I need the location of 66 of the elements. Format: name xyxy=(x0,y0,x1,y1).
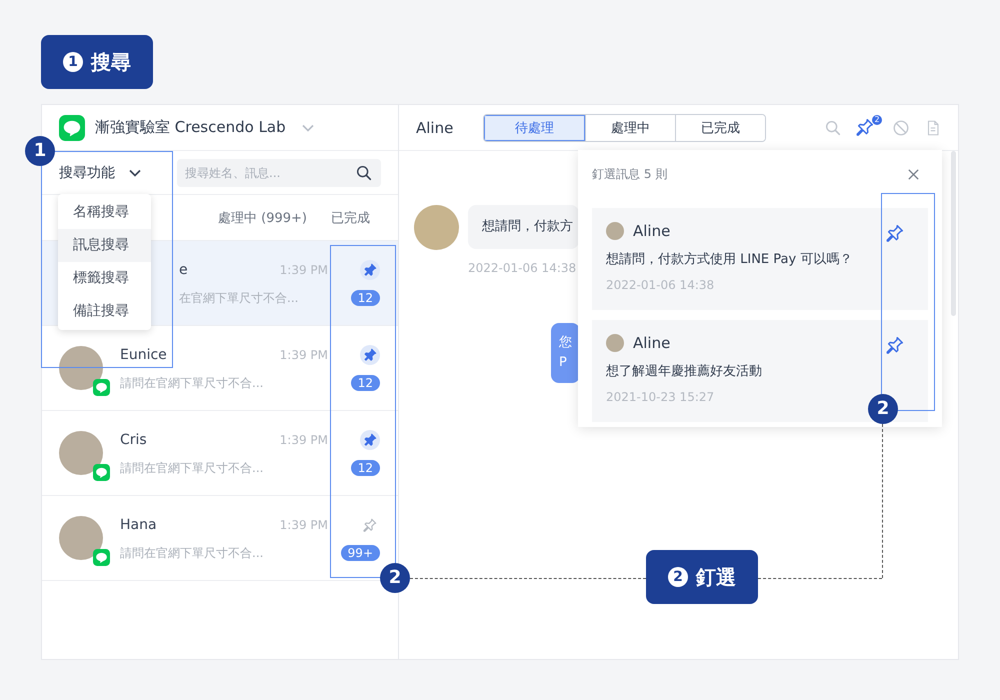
unread-count: 12 xyxy=(350,290,380,306)
status-tab[interactable]: 待處理 xyxy=(484,114,585,140)
timestamp: 1:39 PM xyxy=(280,348,328,362)
message-preview: 在官網下單尺寸不合... xyxy=(179,290,298,306)
menu-item[interactable]: 標籤搜尋 xyxy=(58,262,151,295)
search-field[interactable]: 搜尋姓名、訊息... xyxy=(177,158,381,186)
pin-icon[interactable] xyxy=(360,430,380,450)
message-text: 想請問，付款方 xyxy=(482,219,573,234)
list-tab[interactable]: 處理中 (999+) xyxy=(218,208,307,226)
timestamp: 2022-01-06 14:38 xyxy=(468,261,578,275)
avatar-photo xyxy=(606,334,624,352)
callout-label: 釘選 xyxy=(696,564,736,590)
message-preview: 請問在官網下單尺寸不合... xyxy=(120,544,264,562)
popover-title: 釘選訊息 5 則 xyxy=(592,166,668,182)
message-text: 您 P xyxy=(559,335,572,370)
timestamp: 2022-01-06 14:38 xyxy=(606,278,716,292)
unread-count: 12 xyxy=(350,375,380,391)
message-preview: 請問在官網下單尺寸不合... xyxy=(120,374,264,392)
conversation-row[interactable]: Cris 1:39 PM 請問在官網下單尺寸不合... 12 xyxy=(42,411,398,496)
message-text: 想請問，付款方式使用 LINE Pay 可以嗎？ xyxy=(606,251,852,268)
menu-item[interactable]: 名稱搜尋 xyxy=(58,196,151,229)
contact-name: Cris xyxy=(120,432,147,448)
contact-name: e xyxy=(179,262,188,278)
avatar-photo xyxy=(606,222,624,240)
contact-name: Eunice xyxy=(120,346,167,362)
close-icon[interactable] xyxy=(907,168,920,180)
step-marker: 1 xyxy=(25,136,55,166)
avatar-photo xyxy=(414,205,459,250)
message-text: 想了解週年慶推薦好友活動 xyxy=(606,363,762,380)
chat-bubble-logo-icon xyxy=(93,549,110,566)
pin-count-badge: 2 xyxy=(872,114,882,124)
pinned-message-card[interactable]: Aline 想請問，付款方式使用 LINE Pay 可以嗎？ 2022-01-06 14:38 xyxy=(592,208,928,310)
step-number: 1 xyxy=(63,52,83,72)
pin-outline-icon[interactable] xyxy=(886,336,904,354)
avatar-photo xyxy=(59,431,103,475)
unread-count: 12 xyxy=(350,460,380,476)
timestamp: 2021-10-23 15:27 xyxy=(606,390,716,404)
search-icon[interactable] xyxy=(355,164,373,182)
section-title: 搜尋 xyxy=(91,48,131,76)
workspace-name[interactable]: 漸強實驗室 Crescendo Lab xyxy=(95,118,286,137)
avatar-photo xyxy=(59,516,103,560)
search-mode-dropdown[interactable]: 搜尋功能 xyxy=(59,164,141,182)
scrollbar[interactable] xyxy=(951,151,956,316)
message-preview: 請問在官網下單尺寸不合... xyxy=(120,460,264,476)
status-tab[interactable]: 已完成 xyxy=(675,114,765,140)
chevron-down-icon[interactable] xyxy=(129,168,141,176)
pin-icon[interactable] xyxy=(360,344,380,364)
pin-outline-icon[interactable] xyxy=(886,224,904,242)
pin-icon[interactable] xyxy=(856,118,874,136)
step-number: 2 xyxy=(668,567,688,587)
menu-item[interactable]: 訊息搜尋 xyxy=(58,229,151,262)
contact-name: Hana xyxy=(120,516,157,532)
pin-icon[interactable] xyxy=(360,260,380,280)
chat-bubble-logo-icon xyxy=(93,464,110,481)
avatar-photo xyxy=(59,346,103,390)
sender-name: Aline xyxy=(633,222,670,240)
contact-name: Aline xyxy=(416,118,454,136)
list-tab[interactable]: 已完成 xyxy=(330,208,370,226)
chat-bubble-logo-icon xyxy=(59,114,85,140)
sender-name: Aline xyxy=(633,334,670,352)
unread-count: 99+ xyxy=(340,545,380,561)
chat-bubble-logo-icon xyxy=(93,379,110,396)
menu-item[interactable]: 備註搜尋 xyxy=(58,295,151,328)
timestamp: 1:39 PM xyxy=(280,518,328,532)
timestamp: 1:39 PM xyxy=(280,432,328,446)
timestamp: 1:39 PM xyxy=(280,262,328,276)
